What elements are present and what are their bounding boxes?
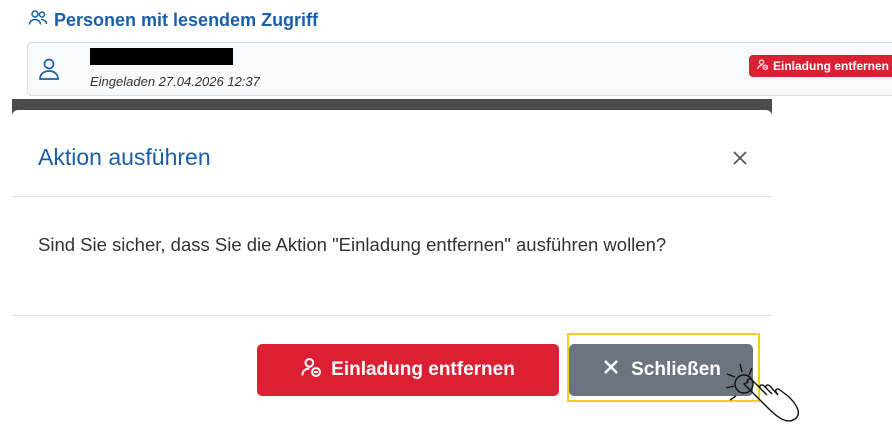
hand-pointer-icon xyxy=(722,362,812,426)
person-card: Eingeladen 27.04.2026 12:37 Einladung en… xyxy=(27,42,892,96)
remove-badge-label: Einladung entfernen xyxy=(773,59,890,73)
remove-invitation-label: Einladung entfernen xyxy=(331,359,515,380)
section-title: Personen mit lesendem Zugriff xyxy=(54,9,319,30)
name-redaction xyxy=(90,48,233,65)
user-remove-icon xyxy=(301,357,322,383)
remove-invitation-badge-button[interactable]: Einladung entfernen xyxy=(749,55,892,77)
users-icon xyxy=(28,8,48,33)
dialog-message: Sind Sie sicher, dass Sie die Aktion "Ei… xyxy=(38,234,667,255)
dialog-title: Aktion ausführen xyxy=(38,144,211,170)
user-icon xyxy=(38,57,60,81)
remove-invitation-button[interactable]: Einladung entfernen xyxy=(257,344,559,396)
invitation-date: Eingeladen 27.04.2026 12:37 xyxy=(90,74,260,89)
dialog-header-divider xyxy=(12,196,772,197)
section-header: Personen mit lesendem Zugriff xyxy=(28,7,318,33)
close-icon[interactable] xyxy=(728,146,752,170)
user-remove-icon xyxy=(757,59,769,73)
confirm-dialog: Aktion ausführen Sind Sie sicher, dass S… xyxy=(12,110,772,426)
dialog-footer-divider xyxy=(12,315,772,316)
